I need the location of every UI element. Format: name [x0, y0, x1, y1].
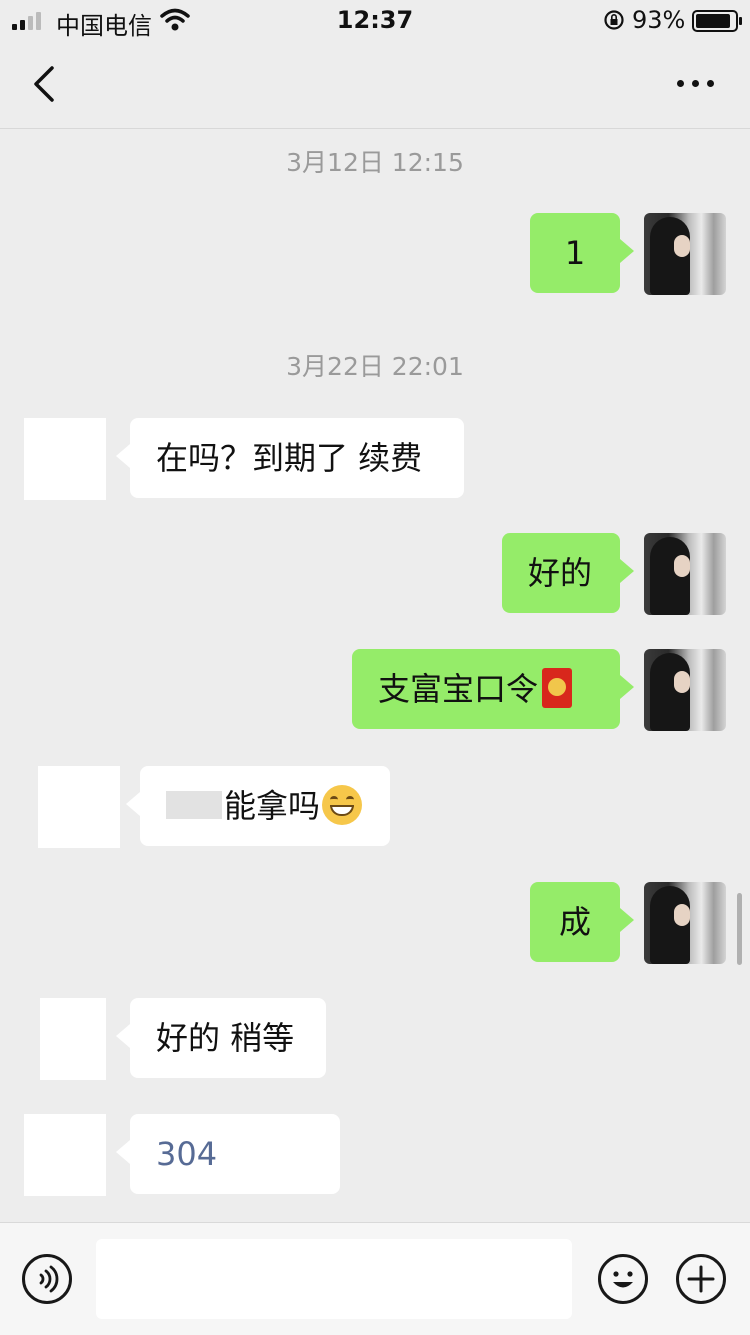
avatar[interactable] [24, 418, 106, 500]
input-bar [0, 1222, 750, 1335]
avatar[interactable] [644, 649, 726, 731]
timestamp: 3月22日 22:01 [286, 352, 464, 381]
message-text: 在吗？到期了 续费 [156, 439, 423, 477]
emoji-icon[interactable] [598, 1254, 648, 1304]
chat-header [0, 40, 750, 129]
battery-icon [692, 10, 742, 32]
chevron-left-icon[interactable] [30, 64, 60, 104]
more-dots-icon[interactable] [677, 80, 714, 87]
red-envelope-icon [542, 668, 573, 708]
message-bubble-received[interactable]: 在吗？到期了 续费 [116, 418, 464, 498]
message-text: 成 [558, 903, 591, 941]
grinning-face-icon [322, 785, 363, 825]
message-input[interactable] [96, 1239, 572, 1319]
rotation-lock-icon [604, 10, 624, 30]
message-text[interactable]: 304 [156, 1135, 217, 1173]
avatar[interactable] [644, 533, 726, 615]
message-bubble-received[interactable]: 好的 稍等 [116, 998, 326, 1078]
voice-icon[interactable] [22, 1254, 72, 1304]
message-bubble-sent[interactable]: 1 [530, 213, 634, 293]
avatar[interactable] [38, 766, 120, 848]
battery-percent: 93% [632, 6, 686, 34]
message-text: 1 [564, 234, 586, 272]
plus-icon[interactable] [676, 1254, 726, 1304]
scrollbar[interactable] [737, 893, 742, 965]
message-bubble-received[interactable]: 能拿吗 [126, 766, 390, 846]
avatar[interactable] [644, 213, 726, 295]
message-bubble-received[interactable]: 304 [116, 1114, 340, 1194]
avatar[interactable] [40, 998, 106, 1080]
timestamp: 3月12日 12:15 [286, 148, 464, 177]
message-bubble-sent[interactable]: 成 [530, 882, 634, 962]
redacted-block [166, 791, 222, 819]
message-text: 能拿吗 [224, 787, 321, 825]
message-text: 好的 [528, 554, 593, 592]
status-bar: 中国电信 12:37 93% [0, 0, 750, 40]
message-text: 好的 稍等 [156, 1019, 295, 1057]
message-bubble-sent[interactable]: 支富宝口令 [352, 649, 634, 729]
message-bubble-sent[interactable]: 好的 [502, 533, 634, 613]
message-text: 支富宝口令 [378, 670, 539, 708]
avatar[interactable] [24, 1114, 106, 1196]
avatar[interactable] [644, 882, 726, 964]
